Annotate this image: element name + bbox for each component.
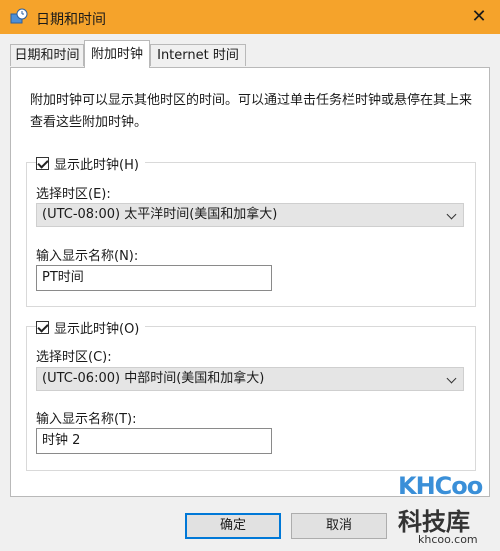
clock1-show-checkbox[interactable]: 显示此时钟(H) [36, 154, 145, 173]
window-title: 日期和时间 [36, 12, 106, 28]
clock2-timezone-label: 选择时区(C): [36, 350, 112, 365]
cancel-button-label: 取消 [325, 518, 352, 533]
close-button[interactable]: ✕ [458, 0, 500, 34]
clock1-name-label: 输入显示名称(N): [36, 249, 139, 264]
title-bar: 日期和时间 ✕ [0, 0, 500, 34]
tab-additional-clocks[interactable]: 附加时钟 [84, 40, 150, 68]
tab-label: Internet 时间 [157, 48, 239, 63]
clock1-timezone-value: (UTC-08:00) 太平洋时间(美国和加拿大) [42, 207, 278, 222]
clock1-name-input[interactable]: PT时间 [36, 265, 272, 291]
checkmark-icon [36, 156, 49, 170]
cancel-button[interactable]: 取消 [291, 513, 387, 539]
tab-label: 日期和时间 [14, 48, 80, 63]
clock2-checkbox-label: 显示此时钟(O) [54, 321, 140, 337]
tab-date-time[interactable]: 日期和时间 [10, 44, 84, 66]
clock2-timezone-value: (UTC-06:00) 中部时间(美国和加拿大) [42, 371, 265, 386]
watermark-url: khcoo.com [418, 533, 478, 546]
close-icon: ✕ [471, 6, 487, 27]
chevron-down-icon [446, 209, 457, 220]
clock-app-icon [10, 8, 28, 26]
tab-internet-time[interactable]: Internet 时间 [150, 44, 246, 66]
ok-button-label: 确定 [219, 518, 246, 533]
ok-button[interactable]: 确定 [185, 513, 281, 539]
clock1-timezone-label: 选择时区(E): [36, 187, 111, 202]
tab-label: 附加时钟 [90, 47, 143, 62]
clock2-timezone-select[interactable]: (UTC-06:00) 中部时间(美国和加拿大) [36, 367, 464, 391]
clock2-show-checkbox[interactable]: 显示此时钟(O) [36, 318, 146, 337]
description-text: 附加时钟可以显示其他时区的时间。可以通过单击任务栏时钟或悬停在其上来查看这些附加… [30, 93, 473, 130]
watermark: KHCoo 科技库 khcoo.com [380, 462, 498, 550]
checkmark-icon [36, 320, 49, 334]
clock2-name-input[interactable]: 时钟 2 [36, 428, 272, 454]
clock2-name-label: 输入显示名称(T): [36, 412, 137, 427]
watermark-cn-text: 科技库 [398, 508, 470, 536]
watermark-logo: KHCoo [398, 472, 483, 500]
clock1-checkbox-label: 显示此时钟(H) [54, 157, 139, 173]
chevron-down-icon [446, 373, 457, 384]
clock1-timezone-select[interactable]: (UTC-08:00) 太平洋时间(美国和加拿大) [36, 203, 464, 227]
